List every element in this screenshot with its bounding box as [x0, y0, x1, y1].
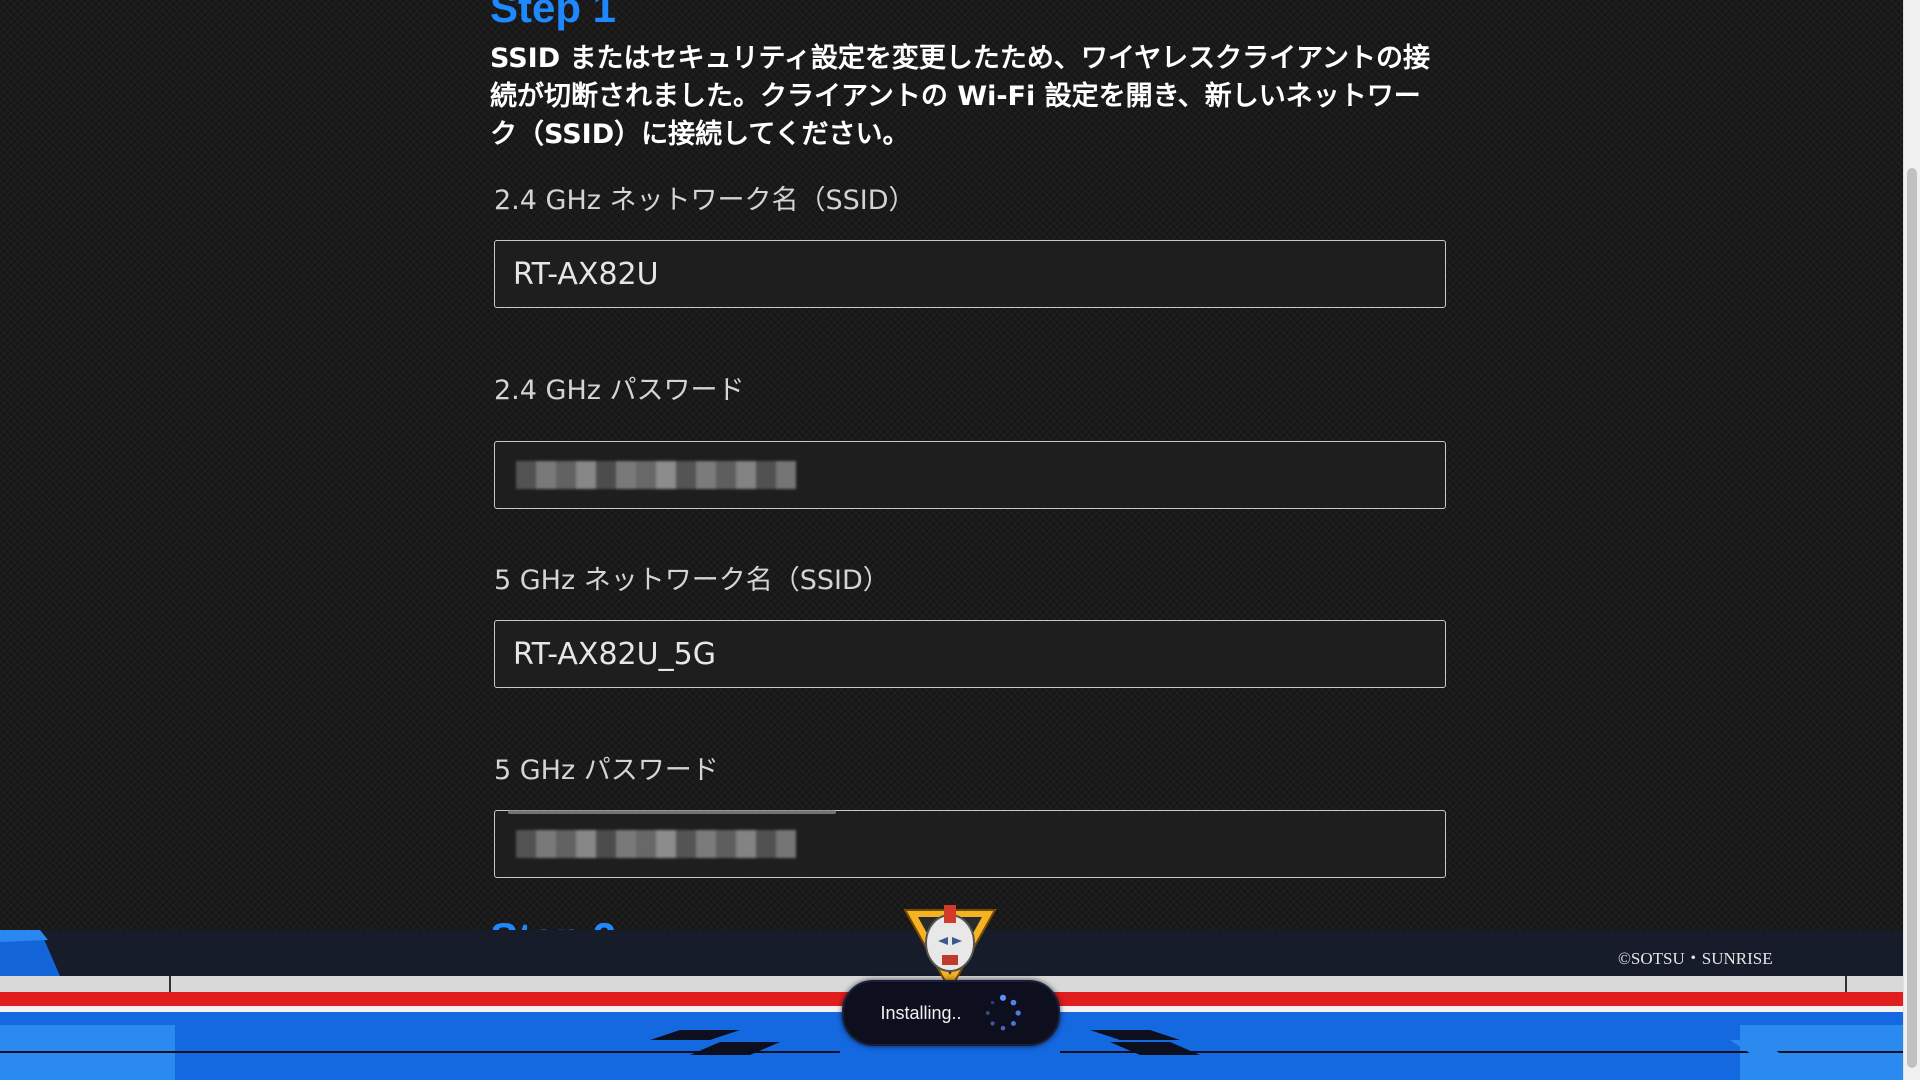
step1-instruction: SSID またはセキュリティ設定を変更したため、ワイヤレスクライアントの接続が切…: [490, 43, 1431, 150]
ssid-24-input[interactable]: [494, 240, 1446, 308]
scrollbar-thumb[interactable]: [1907, 168, 1917, 1068]
password-24-field: [494, 441, 1446, 509]
ssid-5-label: 5 GHz ネットワーク名（SSID）: [494, 565, 890, 596]
step1-title: Step 1: [490, 0, 617, 31]
password-5-label: 5 GHz パスワード: [494, 755, 719, 786]
password-24-input[interactable]: [494, 441, 1446, 509]
password-5-field: [494, 810, 1446, 878]
installing-status: Installing..: [842, 980, 1060, 1046]
ssid-24-label: 2.4 GHz ネットワーク名（SSID）: [494, 185, 916, 216]
page: Step 1 SSID またはセキュリティ設定を変更したため、ワイヤレスクライア…: [0, 0, 1920, 1080]
spinner-icon: [985, 994, 1021, 1031]
copyright-text: ©SOTSU・SUNRISE: [1618, 949, 1773, 968]
drag-indicator: [508, 810, 836, 814]
vertical-scrollbar[interactable]: [1903, 0, 1920, 1080]
password-24-label: 2.4 GHz パスワード: [494, 375, 745, 406]
password-5-input[interactable]: [494, 810, 1446, 878]
ssid-5-input[interactable]: [494, 620, 1446, 688]
installing-text: Installing..: [880, 1002, 962, 1023]
